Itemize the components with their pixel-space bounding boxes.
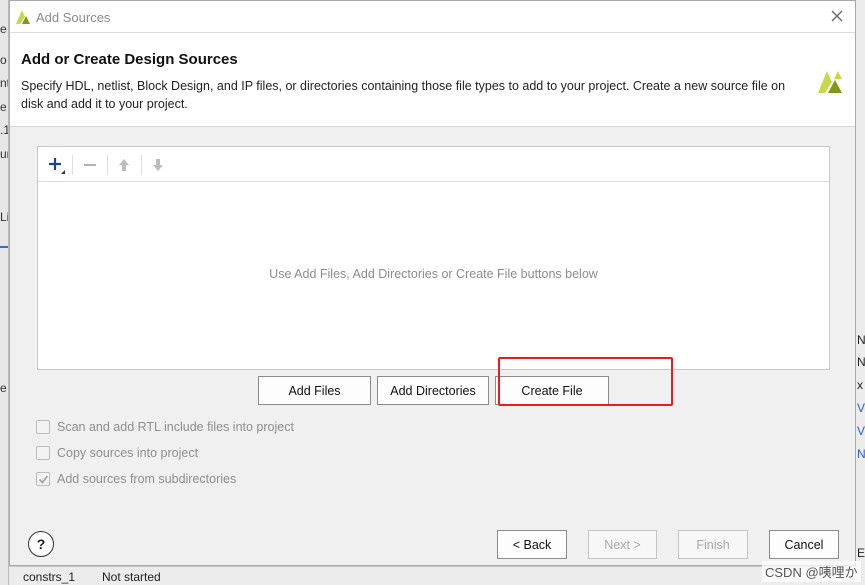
option-add-subdirectories[interactable]: Add sources from subdirectories [36, 470, 236, 488]
add-files-button[interactable]: Add Files [258, 376, 371, 405]
next-button[interactable]: Next > [588, 530, 657, 559]
vivado-logo-icon [16, 10, 30, 24]
toolbar-separator [72, 155, 73, 175]
background-app-right: N N x V V N El [856, 0, 865, 585]
cancel-button[interactable]: Cancel [769, 530, 839, 559]
close-icon[interactable] [829, 8, 845, 24]
option-label: Add sources from subdirectories [57, 472, 237, 486]
add-icon [49, 158, 65, 174]
bg-selection-bar [0, 246, 8, 248]
bg-text-fragment: constrs_1 [23, 570, 76, 584]
move-down-icon [153, 159, 163, 171]
bg-text-fragment: e [0, 22, 7, 36]
option-copy-sources[interactable]: Copy sources into project [36, 444, 198, 462]
title-bar: Add Sources [10, 1, 855, 33]
page-description: Specify HDL, netlist, Block Design, and … [21, 79, 786, 111]
bg-text-fragment: N [857, 355, 865, 369]
bg-text-fragment: ur [0, 147, 8, 161]
remove-button[interactable] [79, 154, 101, 176]
vivado-brand-icon [818, 71, 842, 93]
bg-text-fragment: e [0, 381, 7, 395]
finish-button[interactable]: Finish [678, 530, 748, 559]
move-down-button[interactable] [147, 154, 169, 176]
bg-text-fragment: N [857, 447, 865, 461]
bg-text-fragment: Not started [102, 570, 161, 584]
bg-text-fragment: V [857, 424, 865, 438]
empty-list-message: Use Add Files, Add Directories or Create… [269, 267, 598, 281]
checkmark-icon [38, 475, 49, 484]
bg-text-fragment: o [0, 53, 7, 67]
add-sources-dialog: Add Sources Add or Create Design Sources… [9, 0, 856, 566]
add-directories-button[interactable]: Add Directories [377, 376, 489, 405]
option-label: Scan and add RTL include files into proj… [57, 420, 294, 434]
window-title: Add Sources [36, 10, 111, 25]
bg-text-fragment: El [857, 546, 865, 560]
copy-sources-checkbox[interactable] [36, 446, 50, 460]
create-file-button[interactable]: Create File [495, 376, 609, 405]
bg-text-fragment: V [857, 401, 865, 415]
scan-rtl-checkbox[interactable] [36, 420, 50, 434]
bg-text-fragment: .1 [0, 123, 8, 137]
option-label: Copy sources into project [57, 446, 199, 460]
toolbar-separator [141, 155, 142, 175]
option-scan-rtl-include[interactable]: Scan and add RTL include files into proj… [36, 418, 294, 436]
watermark: CSDN @咦哩か [762, 561, 861, 582]
add-subdirectories-checkbox[interactable] [36, 472, 50, 486]
back-button[interactable]: < Back [497, 530, 567, 559]
dialog-header: Add or Create Design Sources Specify HDL… [10, 33, 855, 127]
toolbar-separator [107, 155, 108, 175]
bg-text-fragment: x [857, 378, 863, 392]
bg-text-fragment: Li [0, 210, 9, 224]
move-up-icon [119, 159, 129, 171]
bg-text-fragment: e [0, 100, 7, 114]
help-button[interactable]: ? [28, 531, 54, 557]
file-list-toolbar [38, 147, 829, 182]
move-up-button[interactable] [113, 154, 135, 176]
remove-icon [84, 164, 96, 166]
background-app-bottom: constrs_1 Not started [9, 566, 856, 585]
background-app-left: e o nt e .1 ur Li e [0, 0, 9, 585]
add-button[interactable] [45, 154, 67, 176]
bg-text-fragment: N [857, 333, 865, 347]
page-title: Add or Create Design Sources [21, 51, 238, 68]
source-file-list[interactable]: Use Add Files, Add Directories or Create… [37, 146, 830, 370]
bg-text-fragment: nt [0, 76, 8, 90]
